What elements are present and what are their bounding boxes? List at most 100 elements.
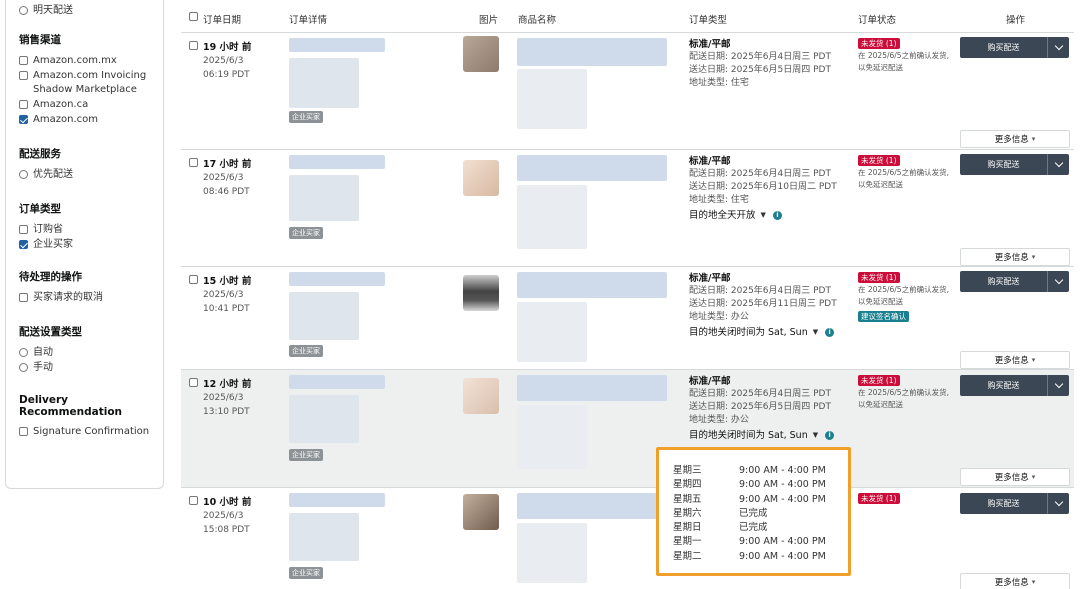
buy-shipping-button[interactable]: 购买配送 [960, 375, 1047, 396]
unshipped-badge: 未发货 (1) [858, 155, 900, 166]
chevron-down-icon [1054, 41, 1063, 51]
filter-manual[interactable]: 手动 [19, 361, 163, 375]
order-time-ago: 10 小时 前 [203, 497, 252, 508]
delivery-service-title: 配送服务 [19, 148, 61, 160]
order-status: 未发货 (1) [858, 493, 900, 505]
buy-shipping-dropdown[interactable] [1047, 271, 1069, 292]
hours-row: 星期二 9:00 AM - 4:00 PM [673, 550, 826, 562]
signature-recommended-badge: 建议签名确认 [858, 311, 909, 322]
more-info-button[interactable]: 更多信息 ▾ [960, 573, 1070, 589]
hours-row: 星期四 9:00 AM - 4:00 PM [673, 479, 826, 491]
hours-row: 星期五 9:00 AM - 4:00 PM [673, 493, 826, 505]
chevron-down-icon: ▾ [1031, 578, 1036, 586]
product-image[interactable] [463, 378, 499, 414]
buy-shipping-dropdown[interactable] [1047, 493, 1069, 514]
buy-shipping-button[interactable]: 购买配送 [960, 271, 1047, 292]
checkbox-checked[interactable] [19, 115, 28, 124]
filter-business-buyer[interactable]: 企业买家 [19, 238, 163, 252]
destination-hours-toggle[interactable]: 目的地全天开放 ▼ i [689, 209, 837, 222]
redacted-product-name[interactable] [517, 272, 667, 298]
radio-button[interactable] [19, 363, 28, 372]
header-order-date[interactable]: 订单日期 [203, 12, 241, 26]
buy-shipping-button[interactable]: 购买配送 [960, 37, 1047, 58]
redacted-product-info [517, 523, 587, 583]
redacted-product-info [517, 69, 587, 129]
redacted-product-info [517, 405, 587, 469]
redacted-product-name[interactable] [517, 155, 667, 181]
filter-amazon-com[interactable]: Amazon.com [19, 113, 163, 127]
order-type-title: 订单类型 [19, 203, 61, 215]
checkbox[interactable] [19, 225, 28, 234]
radio-button[interactable] [19, 6, 28, 15]
order-type-info: 标准/平邮 配送日期: 2025年6月4日周三 PDT 送达日期: 2025年6… [689, 375, 835, 442]
filter-signature-confirmation[interactable]: Signature Confirmation [19, 425, 163, 439]
filter-amazon-mx[interactable]: Amazon.com.mx [19, 54, 163, 68]
table-header: 订单日期 订单详情 图片 商品名称 订单类型 订单状态 操作 [181, 0, 1074, 33]
filter-amazon-invoicing[interactable]: Amazon.com Invoicing Shadow Marketplace [19, 69, 163, 97]
product-image[interactable] [463, 275, 499, 311]
more-info-button[interactable]: 更多信息 ▾ [960, 130, 1070, 148]
filter-priority-delivery[interactable]: 优先配送 [19, 168, 163, 182]
info-icon[interactable]: i [772, 211, 782, 220]
more-info-button[interactable]: 更多信息 ▾ [960, 351, 1070, 369]
order-time-ago: 12 小时 前 [203, 379, 252, 390]
redacted-order-id [289, 493, 385, 507]
buy-shipping-button[interactable]: 购买配送 [960, 493, 1047, 514]
product-image[interactable] [463, 494, 499, 530]
caret-down-icon: ▼ [812, 431, 819, 439]
row-checkbox[interactable] [189, 496, 198, 505]
chevron-down-icon [1054, 379, 1063, 389]
destination-hours-toggle[interactable]: 目的地关闭时间为 Sat, Sun ▼ i [689, 429, 835, 442]
buy-shipping-dropdown[interactable] [1047, 37, 1069, 58]
hours-row: 星期日 已完成 [673, 522, 768, 534]
order-time-ago: 15 小时 前 [203, 276, 252, 287]
checkbox[interactable] [19, 100, 28, 109]
buy-shipping-button[interactable]: 购买配送 [960, 154, 1047, 175]
row-checkbox[interactable] [189, 378, 198, 387]
business-buyer-badge: 企业买家 [289, 111, 323, 123]
filter-auto[interactable]: 自动 [19, 346, 163, 360]
row-checkbox[interactable] [189, 41, 198, 50]
redacted-product-name[interactable] [517, 38, 667, 66]
chevron-down-icon: ▾ [1031, 135, 1036, 143]
filter-subscribe-save[interactable]: 订购省 [19, 223, 163, 237]
destination-hours-toggle[interactable]: 目的地关闭时间为 Sat, Sun ▼ i [689, 326, 837, 339]
select-all-checkbox[interactable] [189, 12, 198, 21]
info-icon[interactable]: i [825, 431, 835, 440]
info-icon[interactable]: i [825, 328, 835, 337]
row-checkbox[interactable] [189, 158, 198, 167]
header-order-type: 订单类型 [689, 15, 728, 26]
chevron-down-icon [1054, 158, 1063, 168]
checkbox-checked[interactable] [19, 240, 28, 249]
product-image[interactable] [463, 160, 499, 196]
checkbox[interactable] [19, 293, 28, 302]
business-buyer-badge: 企业买家 [289, 227, 323, 239]
unshipped-badge: 未发货 (1) [858, 272, 900, 283]
more-info-button[interactable]: 更多信息 ▾ [960, 248, 1070, 266]
table-row: 19 小时 前 2025/6/3 06:19 PDT 企业买家 标准/平邮 配送日… [181, 33, 1074, 150]
product-image[interactable] [463, 36, 499, 72]
action-group: 购买配送 [960, 493, 1069, 514]
filter-tomorrow-delivery[interactable]: 明天配送 [19, 4, 163, 18]
more-info-button[interactable]: 更多信息 ▾ [960, 468, 1070, 486]
buy-shipping-dropdown[interactable] [1047, 375, 1069, 396]
delivery-recommendation-title: Delivery Recommendation [19, 394, 123, 418]
redacted-order-id [289, 155, 385, 169]
header-order-details: 订单详情 [289, 15, 328, 26]
row-checkbox[interactable] [189, 275, 198, 284]
orders-table: 订单日期 订单详情 图片 商品名称 订单类型 订单状态 操作 19 小时 前 2… [181, 0, 1074, 589]
redacted-product-name[interactable] [517, 493, 667, 519]
checkbox[interactable] [19, 427, 28, 436]
radio-button[interactable] [19, 170, 28, 179]
radio-button[interactable] [19, 348, 28, 357]
hours-row: 星期三 9:00 AM - 4:00 PM [673, 465, 826, 476]
checkbox[interactable] [19, 56, 28, 65]
filter-amazon-ca[interactable]: Amazon.ca [19, 98, 163, 112]
filter-buyer-cancel[interactable]: 买家请求的取消 [19, 291, 163, 305]
buy-shipping-dropdown[interactable] [1047, 154, 1069, 175]
checkbox[interactable] [19, 71, 28, 80]
redacted-product-name[interactable] [517, 375, 667, 401]
redacted-product-info [517, 302, 587, 362]
order-date: 2025/6/3 10:41 PDT [203, 290, 250, 314]
chevron-down-icon: ▾ [1031, 356, 1036, 364]
